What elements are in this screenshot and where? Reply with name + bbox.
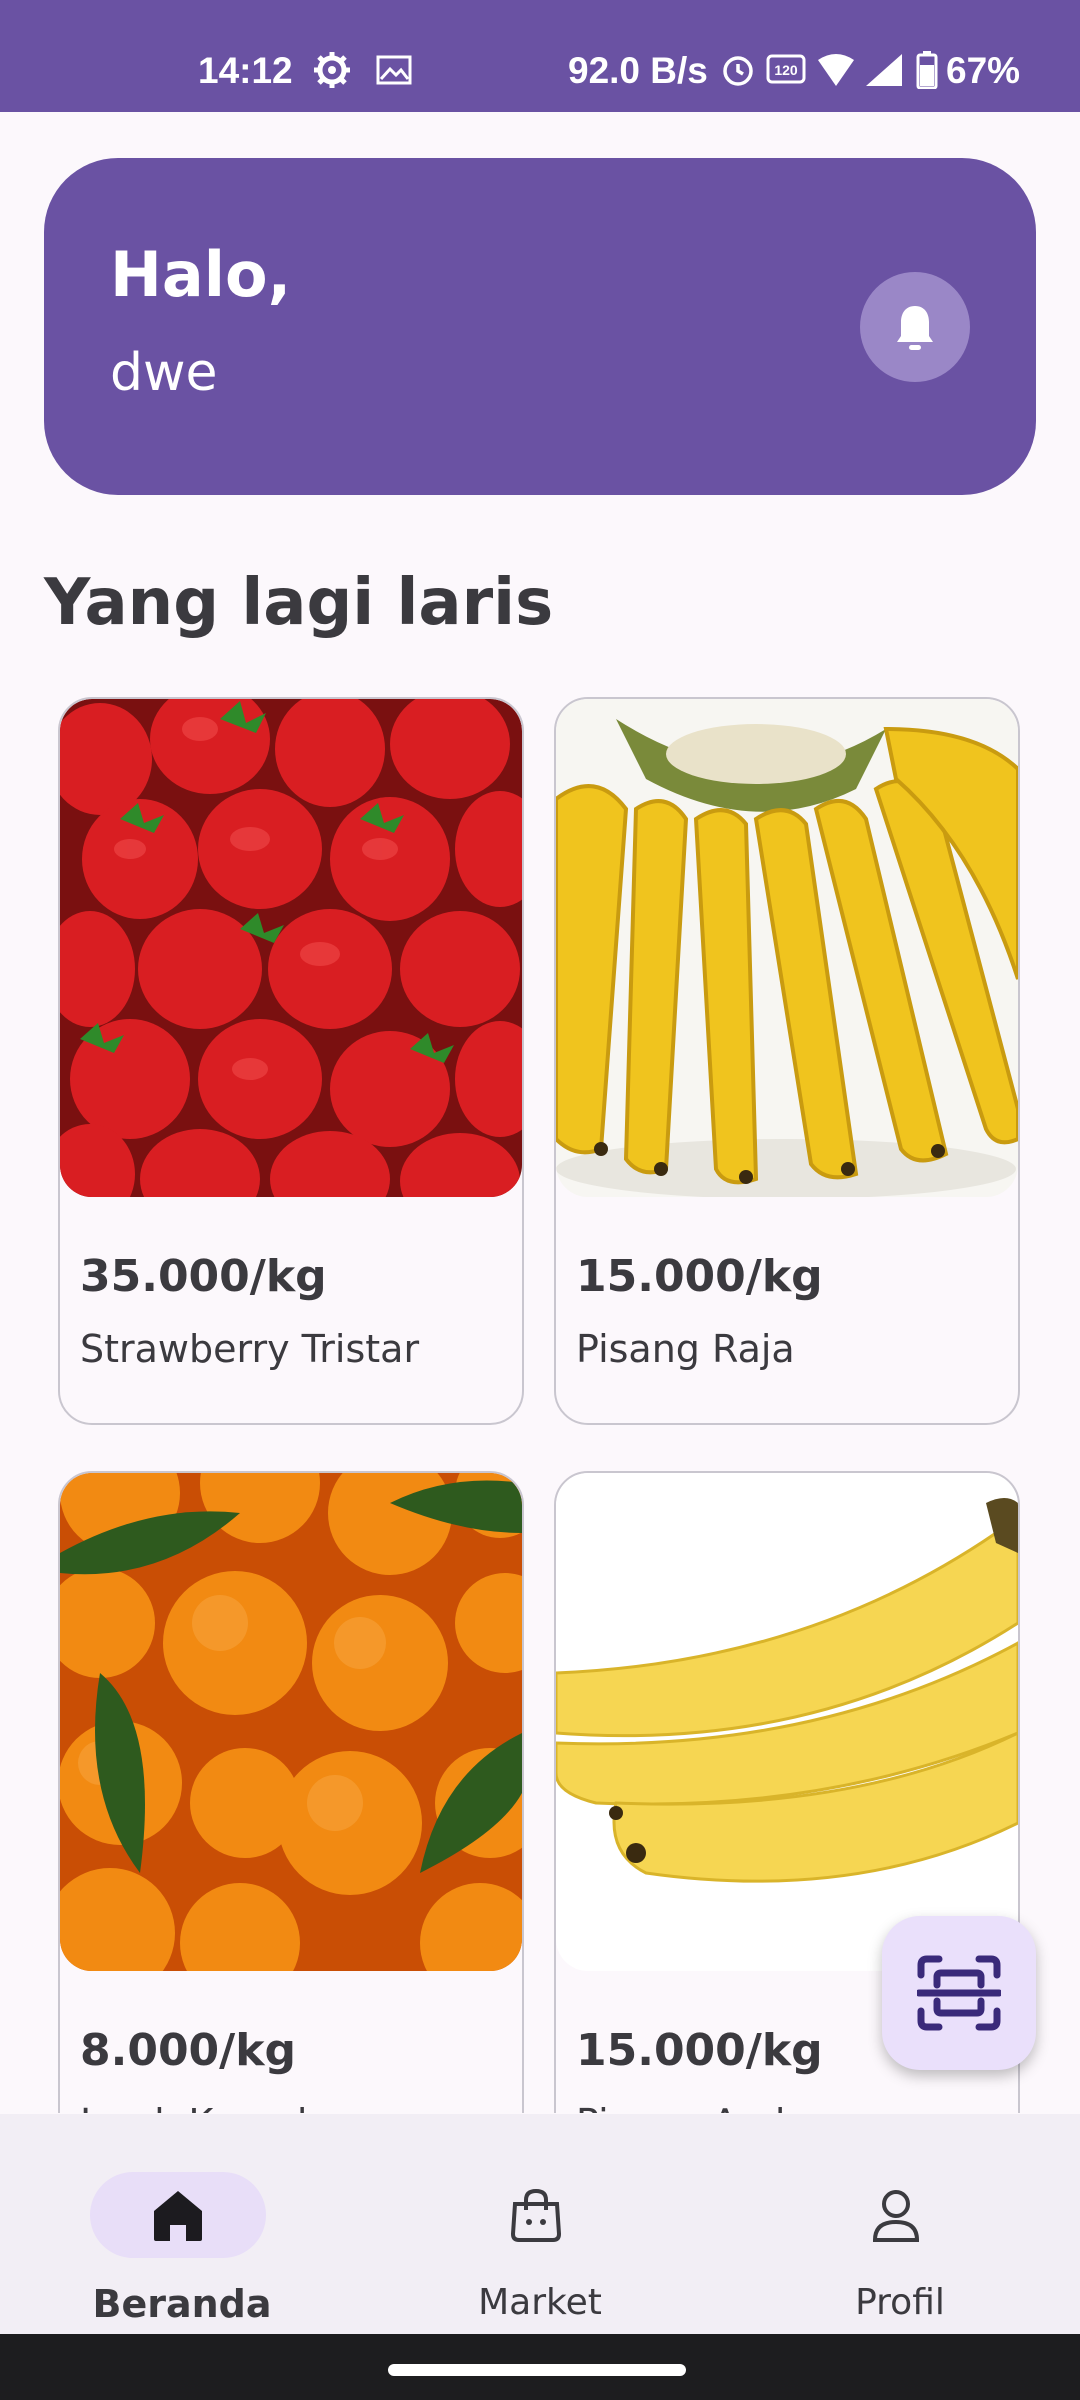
scan-button[interactable] (882, 1916, 1036, 2070)
product-card[interactable]: 15.000/kg Pisang Raja (554, 697, 1020, 1425)
product-name: Jeruk Keprok (80, 2101, 319, 2113)
status-bar: 14:12 92.0 B/s 120 67% (0, 0, 1080, 112)
signal-icon (864, 50, 904, 90)
product-grid: 35.000/kg Strawberry Tristar 15.000/kg P… (58, 697, 1022, 2113)
bottom-navigation: Beranda Market Profil (0, 2114, 1080, 2334)
product-price: 15.000/kg (576, 2025, 823, 2076)
product-image-strawberries (60, 699, 522, 1197)
home-icon (142, 2188, 214, 2244)
nav-label: Beranda (92, 2282, 272, 2326)
product-image-oranges (60, 1473, 522, 1971)
bell-icon (897, 306, 933, 350)
shopping-bag-icon (500, 2188, 572, 2244)
section-title: Yang lagi laris (44, 566, 554, 640)
home-gesture-handle[interactable] (388, 2364, 686, 2376)
product-card[interactable]: 35.000/kg Strawberry Tristar (58, 697, 524, 1425)
svg-text:120: 120 (774, 62, 798, 78)
product-price: 15.000/kg (576, 1251, 823, 1302)
nav-item-market[interactable]: Market (390, 2142, 690, 2323)
scan-icon (917, 1955, 1001, 2031)
product-image-bananas (556, 699, 1018, 1197)
product-card[interactable]: 8.000/kg Jeruk Keprok (58, 1471, 524, 2113)
status-time: 14:12 (198, 50, 293, 91)
system-gesture-bar (0, 2334, 1080, 2400)
notification-button[interactable] (860, 272, 970, 382)
nav-label: Profil (855, 2282, 945, 2323)
greeting-card: Halo, dwe (44, 158, 1036, 495)
product-name: Pisang Raja (576, 1327, 795, 1371)
greeting-text: Halo, (110, 238, 292, 311)
settings-icon (312, 50, 352, 90)
refresh-rate-icon: 120 (766, 50, 806, 90)
battery-percent: 67% (946, 50, 1021, 91)
alarm-icon (720, 50, 756, 90)
battery-icon (916, 50, 938, 90)
product-name: Pisang Ambon (576, 2101, 846, 2113)
product-image-bananas (556, 1473, 1018, 1971)
image-icon (376, 50, 412, 90)
person-icon (860, 2188, 932, 2244)
product-price: 8.000/kg (80, 2025, 297, 2076)
product-price: 35.000/kg (80, 1251, 327, 1302)
username-text: dwe (110, 343, 218, 403)
nav-item-beranda[interactable]: Beranda (32, 2142, 332, 2326)
wifi-icon (816, 50, 856, 90)
network-speed: 92.0 B/s (568, 50, 708, 91)
nav-label: Market (478, 2282, 602, 2323)
product-name: Strawberry Tristar (80, 1327, 420, 1371)
nav-item-profil[interactable]: Profil (750, 2142, 1050, 2323)
